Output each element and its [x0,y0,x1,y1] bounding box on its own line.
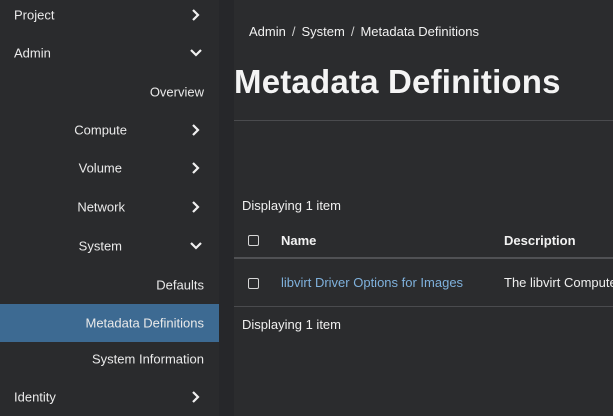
column-header-name[interactable]: Name [281,233,316,248]
sidebar-item-metadata-definitions[interactable]: Metadata Definitions [0,304,219,342]
row-divider [234,306,613,307]
sidebar-item-label: System [78,238,122,254]
chevron-right-icon [192,9,200,21]
chevron-down-icon [190,49,202,57]
select-all-checkbox[interactable] [248,235,259,246]
chevron-right-icon [192,201,200,213]
sidebar-gutter [219,0,234,416]
chevron-right-icon [192,391,200,403]
sidebar-item-overview[interactable]: Overview [0,73,219,111]
sidebar-item-label: Metadata Definitions [85,315,204,331]
breadcrumb-separator: / [291,24,296,39]
sidebar-item-identity[interactable]: Identity [0,378,219,416]
row-name-link[interactable]: libvirt Driver Options for Images [281,275,463,290]
sidebar-item-label: Admin [14,45,51,61]
header-divider [234,257,613,259]
sidebar-item-label: System Information [92,351,204,367]
sidebar: Project Admin Overview Compute Volume Ne… [0,0,219,416]
sidebar-item-label: Network [77,199,125,215]
item-count-top: Displaying 1 item [242,198,341,213]
chevron-right-icon [192,124,200,136]
sidebar-item-label: Defaults [156,277,204,293]
sidebar-item-system[interactable]: System [0,227,219,265]
item-count-bottom: Displaying 1 item [242,317,341,332]
sidebar-item-network[interactable]: Network [0,188,219,226]
title-divider [234,120,613,121]
page-title: Metadata Definitions [234,63,561,100]
breadcrumb-admin[interactable]: Admin [249,24,286,39]
sidebar-item-compute[interactable]: Compute [0,111,219,149]
sidebar-item-label: Volume [78,160,122,176]
chevron-down-icon [190,242,202,250]
sidebar-item-label: Overview [149,84,204,100]
breadcrumb-system[interactable]: System [301,24,344,39]
column-header-description[interactable]: Description [504,233,576,248]
sidebar-item-label: Identity [14,389,56,405]
sidebar-item-volume[interactable]: Volume [0,149,219,187]
row-description: The libvirt Compute [504,275,613,290]
row-checkbox[interactable] [248,278,259,289]
breadcrumb: Admin / System / Metadata Definitions [249,24,479,39]
sidebar-item-project[interactable]: Project [0,0,219,34]
sidebar-item-label: Project [14,7,55,23]
sidebar-item-defaults[interactable]: Defaults [0,266,219,304]
breadcrumb-separator: / [350,24,355,39]
sidebar-item-admin[interactable]: Admin [0,34,219,72]
breadcrumb-current: Metadata Definitions [360,24,479,39]
sidebar-item-system-information[interactable]: System Information [0,340,219,378]
sidebar-item-label: Compute [74,122,127,138]
main-content: Admin / System / Metadata Definitions Metada… [234,0,613,416]
chevron-right-icon [192,162,200,174]
